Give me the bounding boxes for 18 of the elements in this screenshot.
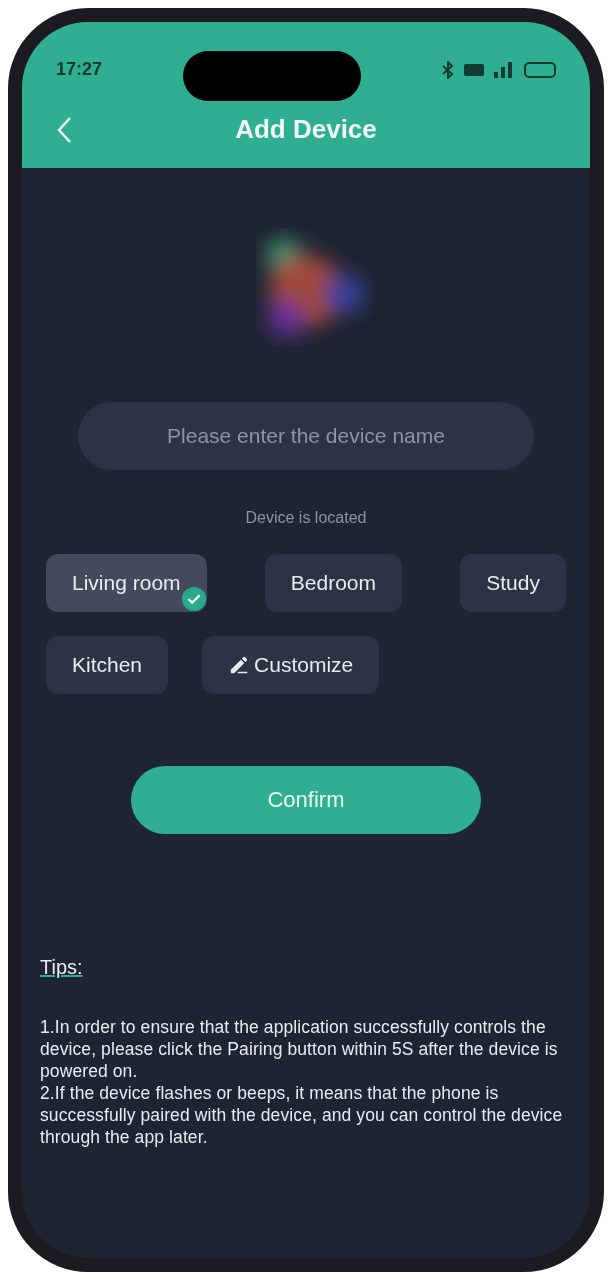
page-title: Add Device (235, 113, 377, 146)
room-chip[interactable]: Customize (202, 635, 380, 694)
location-label: Device is located (245, 507, 367, 528)
check-badge-icon (180, 585, 207, 612)
signal-icon (494, 61, 514, 78)
room-chip[interactable]: Bedroom (264, 553, 403, 612)
bluetooth-icon (442, 60, 454, 79)
battery-icon (524, 61, 556, 78)
status-time: 17:27 (56, 58, 103, 81)
room-chip[interactable]: Kitchen (46, 635, 169, 694)
tip-text: 2.If the device flashes or beeps, it means that the phone is successfully paired with the device, and you can control the device through the app later. (40, 1081, 564, 1148)
hd-icon (464, 63, 484, 76)
back-icon[interactable] (56, 115, 72, 144)
tip-text: 1.In order to ensure that the application successfully controls the device, please click the Pairing button within 5S after the device is powered on. (40, 1015, 559, 1082)
tips-title: Tips: (40, 954, 83, 980)
device-name-field[interactable]: Please enter the device name (78, 401, 534, 470)
room-chip[interactable]: Living room (46, 553, 207, 612)
room-chip[interactable]: Study (460, 553, 566, 612)
